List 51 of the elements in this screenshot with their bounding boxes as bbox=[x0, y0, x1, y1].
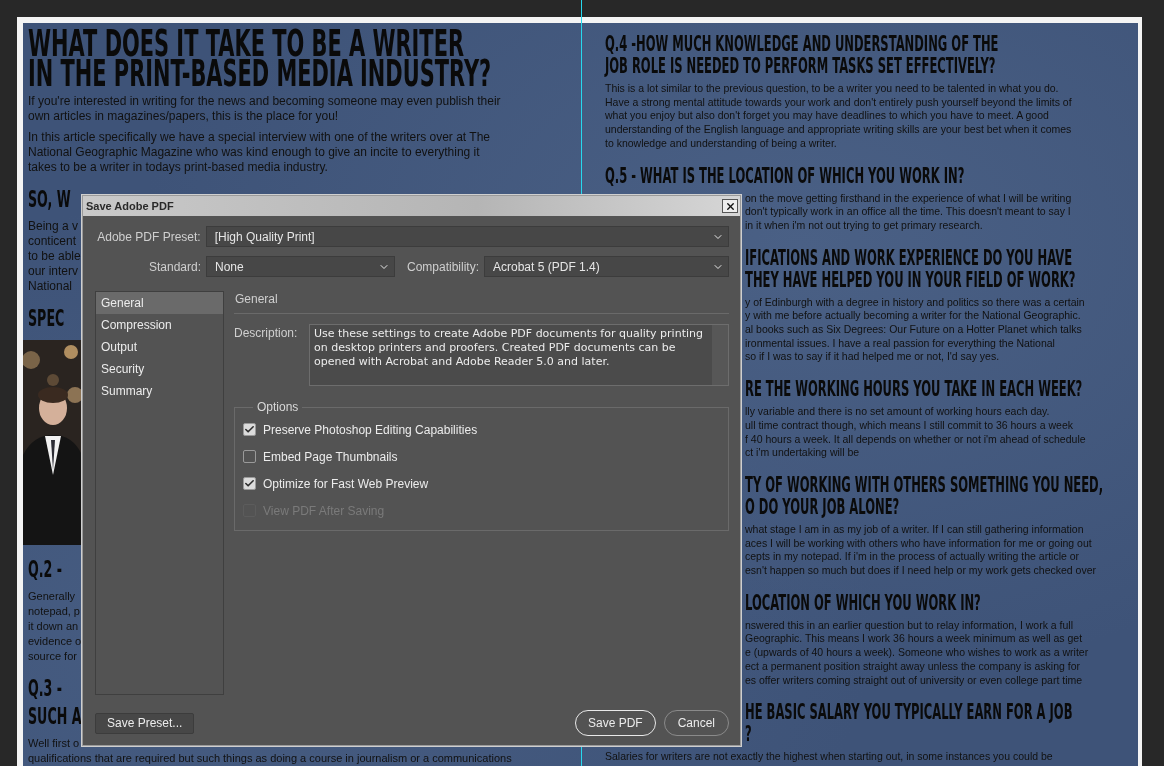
section-heading: Q.5 - WHAT IS THE LOCATION OF WHICH YOU WORK IN? bbox=[605, 164, 965, 187]
section-item[interactable]: Security bbox=[96, 358, 223, 380]
save-button[interactable]: Save PDF bbox=[574, 710, 656, 736]
article-paragraph: This is a lot similar to the previous question, to be a writer you need to be talented in what you do. Have a strong mental attitude towards your work and don't entirely push yourself beyond the limits of what you enjoy but also don't forget you may have deadlines to which you have to meet. A good understanding of the English language and appropriate writing skills are your best bet when it comes to knowledge and understanding of being a writer. bbox=[605, 82, 1072, 151]
section-heading: TY OF WORKING WITH OTHERS SOMETHING YOU NEED, O DO YOUR JOB ALONE? bbox=[745, 473, 1104, 518]
field-label: Standard: bbox=[147, 259, 201, 274]
description-field[interactable]: Use these settings to create Adobe PDF documents for quality printing on desktop printers and proofers. Created PDF documents can be opened with Acrobat and Adobe Reader 5.0 and later. bbox=[309, 324, 729, 386]
section-heading: Q.3 - SUCH A bbox=[28, 674, 82, 730]
dialog-title: Save Adobe PDF bbox=[86, 200, 174, 212]
section-item[interactable]: Compression bbox=[96, 314, 223, 336]
article-title: WHAT DOES IT TAKE TO BE A WRITER IN THE PRINT-BASED MEDIA INDUSTRY? bbox=[28, 28, 492, 88]
article-paragraph: Salaries for writers are not exactly the highest when starting out, in some instances you could be bbox=[605, 750, 1053, 764]
checkbox-label[interactable]: Optimize for Fast Web Preview bbox=[263, 476, 429, 491]
standard-dropdown[interactable]: None bbox=[206, 256, 395, 277]
section-heading: SO, W bbox=[28, 185, 71, 213]
article-paragraph: y of Edinburgh with a degree in history and politics so there was a certain y with me before actually becoming a writer for the National Geographic. al books such as Six Degrees: Our Future on a Hotter Planet which talks ironmental issues. I have a real passion for everything the National so if I was to say if it had helped me or not, I'd say yes. bbox=[745, 295, 1085, 365]
cancel-button[interactable]: Cancel bbox=[663, 710, 729, 736]
field-label: Adobe PDF Preset: bbox=[96, 229, 201, 244]
article-paragraph: lly variable and there is no set amount of working hours each day. ull time contract though, which means I still commit to 36 hours a week f 40 hours a week. It all depends on whether or not i'm ahead of schedule ct i'm undertaking will be bbox=[745, 405, 1086, 460]
section-heading: IFICATIONS AND WORK EXPERIENCE DO YOU HAVE THEY HAVE HELPED YOU IN YOUR FIELD OF WORK? bbox=[745, 246, 1076, 291]
article-paragraph: nswered this in an earlier question but to relay information, I work a full Geographic. This means I work 36 hours a week minimum as well as get e (upwards of 40 hours a week). Someone who wishes to work as a writer ect a permanent position straight away unless the company is asking for es offer writers coming straight out of university or even college part time bbox=[745, 618, 1089, 688]
section-item[interactable]: Summary bbox=[96, 380, 223, 402]
compatibility-dropdown[interactable]: Acrobat 5 (PDF 1.4) bbox=[484, 256, 729, 277]
article-paragraph: Being a v conticent to be able our interv National bbox=[28, 219, 81, 294]
section-heading: LOCATION OF WHICH YOU WORK IN? bbox=[745, 591, 981, 614]
section-item[interactable]: General bbox=[96, 292, 223, 314]
preset-dropdown[interactable]: [High Quality Print] bbox=[205, 226, 729, 247]
group-label: Options bbox=[256, 400, 300, 414]
field-label: Description: bbox=[234, 325, 298, 342]
section-heading: SPEC bbox=[28, 304, 65, 332]
checkbox[interactable] bbox=[243, 450, 256, 463]
section-heading: Q.4 -HOW MUCH KNOWLEDGE AND UNDERSTANDING OF THE JOB ROLE IS NEEDED TO PERFORM TASKS SET EFFECTIVELY? bbox=[605, 33, 999, 77]
close-icon bbox=[724, 200, 736, 212]
section-heading: RE THE WORKING HOURS YOU TAKE IN EACH WEEK? bbox=[745, 378, 1083, 401]
article-paragraph: Generally notepad, p it down an evidence o source for bbox=[28, 589, 82, 664]
article-paragraph: what stage I am in as my job of a writer. If I can still gathering information aces I will be working with others who have information for me or going out cepts in my notepad. If i'm in the process of actually writing the article or esn't happen so much but does if I need help or my work gets checked over bbox=[745, 522, 1097, 578]
article-paragraph: If you're interested in writing for the news and becoming someone may even publish their own articles in magazines/papers, this is the place for you! bbox=[28, 94, 501, 124]
checkbox-label[interactable]: Embed Page Thumbnails bbox=[263, 449, 398, 464]
section-heading: HE BASIC SALARY YOU TYPICALLY EARN FOR A JOB ? bbox=[745, 701, 1073, 746]
section-heading: Q.2 - bbox=[28, 555, 62, 583]
panel-title: General bbox=[234, 291, 729, 314]
save-preset-button[interactable]: Save Preset... bbox=[95, 712, 195, 734]
close-button[interactable] bbox=[722, 199, 738, 213]
article-paragraph: In this article specifically we have a special interview with one of the writers over at The National Geographic Magazine who was kind enough to give an incite to everything it takes to be a writer in todays print-based media industry. bbox=[28, 130, 490, 175]
checkbox[interactable] bbox=[243, 423, 256, 436]
field-label: Compatibility: bbox=[407, 259, 479, 274]
section-item[interactable]: Output bbox=[96, 336, 223, 358]
checkbox-label[interactable]: Preserve Photoshop Editing Capabilities bbox=[263, 422, 478, 437]
checkbox[interactable] bbox=[243, 477, 256, 490]
article-paragraph: on the move getting firsthand in the experience of what I will be writing don't typically work in an office all the time. This doesn't meant to say I in it when i'm not out trying to get primary research. bbox=[745, 191, 1072, 233]
article-paragraph: Well first o qualifications that are required but such things as doing a course in journalism or a communications bbox=[28, 736, 512, 766]
